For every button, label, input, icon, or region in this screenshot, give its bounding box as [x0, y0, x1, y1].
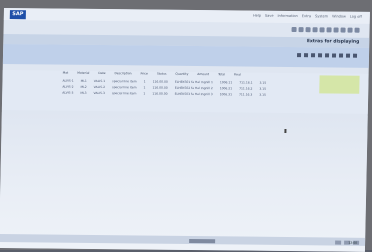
- cell: ALVIS-2: [62, 84, 74, 89]
- save-icon[interactable]: [298, 27, 304, 33]
- cell: 3.15: [259, 92, 267, 97]
- help-icon[interactable]: [352, 53, 358, 58]
- actions-bar: [296, 53, 358, 58]
- col-amount[interactable]: Amount: [197, 72, 209, 76]
- cell: 1: [143, 79, 146, 84]
- menu-save[interactable]: Save: [265, 14, 274, 18]
- cell: ML2: [80, 84, 87, 89]
- cell: VALIS-2: [93, 84, 106, 90]
- cell: ELHEKS03 fa Hal Ingnill 3: [174, 91, 213, 97]
- col-quantity[interactable]: Quantity: [175, 72, 188, 76]
- cell: 1: [143, 91, 146, 96]
- filter-icon[interactable]: [310, 53, 316, 58]
- cell: 116.00.00: [152, 91, 168, 96]
- sort-desc-icon[interactable]: [303, 53, 309, 58]
- top-menu: Help Save Information Extra System Windo…: [253, 14, 362, 19]
- page-title: Extras for displaying: [306, 39, 360, 45]
- help-icon[interactable]: [354, 27, 360, 33]
- cell: 116.00.00: [152, 79, 168, 84]
- col-final[interactable]: Final: [234, 72, 241, 76]
- find-icon[interactable]: [312, 27, 318, 33]
- col-status[interactable]: Status: [157, 72, 167, 76]
- col-description[interactable]: Description: [114, 71, 131, 75]
- sum-icon[interactable]: [317, 53, 323, 58]
- menu-logoff[interactable]: Log off: [350, 15, 362, 19]
- col-material[interactable]: Material: [77, 71, 89, 75]
- menu-system[interactable]: System: [315, 14, 328, 18]
- cell: 116.00.00: [152, 85, 168, 90]
- back-icon[interactable]: [291, 27, 297, 33]
- cell: ML3: [80, 90, 87, 95]
- cell: 1006.11: [219, 80, 233, 85]
- cell: 3.15: [259, 80, 267, 85]
- tray-icon[interactable]: [335, 240, 342, 245]
- empty-workspace: [0, 111, 368, 252]
- cell: VALIS-1: [93, 78, 106, 84]
- highlighted-column: [319, 75, 360, 94]
- print-icon[interactable]: [305, 27, 311, 33]
- menu-window[interactable]: Window: [332, 14, 346, 18]
- cell: 3.15: [259, 86, 267, 91]
- col-total[interactable]: Total: [218, 72, 225, 76]
- cell: special line item: [112, 79, 137, 84]
- export-icon[interactable]: [338, 53, 344, 58]
- layout-icon[interactable]: [347, 27, 353, 33]
- clock: 12:00: [348, 240, 358, 245]
- export-icon[interactable]: [333, 27, 339, 33]
- sort-asc-icon[interactable]: [296, 53, 302, 58]
- refresh-icon[interactable]: [319, 27, 325, 33]
- print-icon[interactable]: [331, 53, 337, 58]
- cell: 1006.31: [219, 92, 233, 97]
- cell: ELHEKS02 fa Hal Ingnill 2: [174, 85, 213, 91]
- cell: 711.16.1: [239, 80, 253, 85]
- cell: 1006.21: [219, 86, 233, 91]
- cell: 1: [143, 85, 146, 90]
- mouse-cursor-icon: [284, 128, 287, 133]
- menu-extra[interactable]: Extra: [302, 14, 311, 18]
- filter-icon[interactable]: [340, 27, 346, 33]
- cell: special line item: [111, 85, 137, 90]
- cell: 711.16.3: [238, 92, 253, 97]
- cell: ML1: [80, 78, 87, 83]
- subtotal-icon[interactable]: [324, 53, 330, 58]
- toolbar-icons: [291, 27, 360, 33]
- cell: ALVIS-3: [62, 90, 74, 95]
- menu-information[interactable]: Information: [277, 14, 297, 18]
- layout-icon[interactable]: [345, 53, 351, 58]
- col-date[interactable]: Date: [98, 71, 105, 75]
- settings-icon[interactable]: [326, 27, 332, 33]
- cell: ELHEKS01 fa Hal Ingnill 1: [174, 79, 213, 85]
- sap-logo: SAP: [9, 10, 26, 20]
- cell: special line item: [111, 91, 137, 96]
- col-mat[interactable]: Mat: [63, 71, 69, 75]
- title-bar: SAP Help Save Information Extra System W…: [3, 8, 370, 24]
- menu-help[interactable]: Help: [253, 14, 261, 18]
- col-price[interactable]: Price: [141, 71, 148, 75]
- cell: ALVIS-1: [62, 78, 74, 83]
- cell: VALIS-3: [93, 90, 105, 96]
- screen: SAP Help Save Information Extra System W…: [0, 8, 370, 252]
- taskbar-app-icon[interactable]: [189, 238, 216, 244]
- cell: 711.16.2: [239, 86, 253, 91]
